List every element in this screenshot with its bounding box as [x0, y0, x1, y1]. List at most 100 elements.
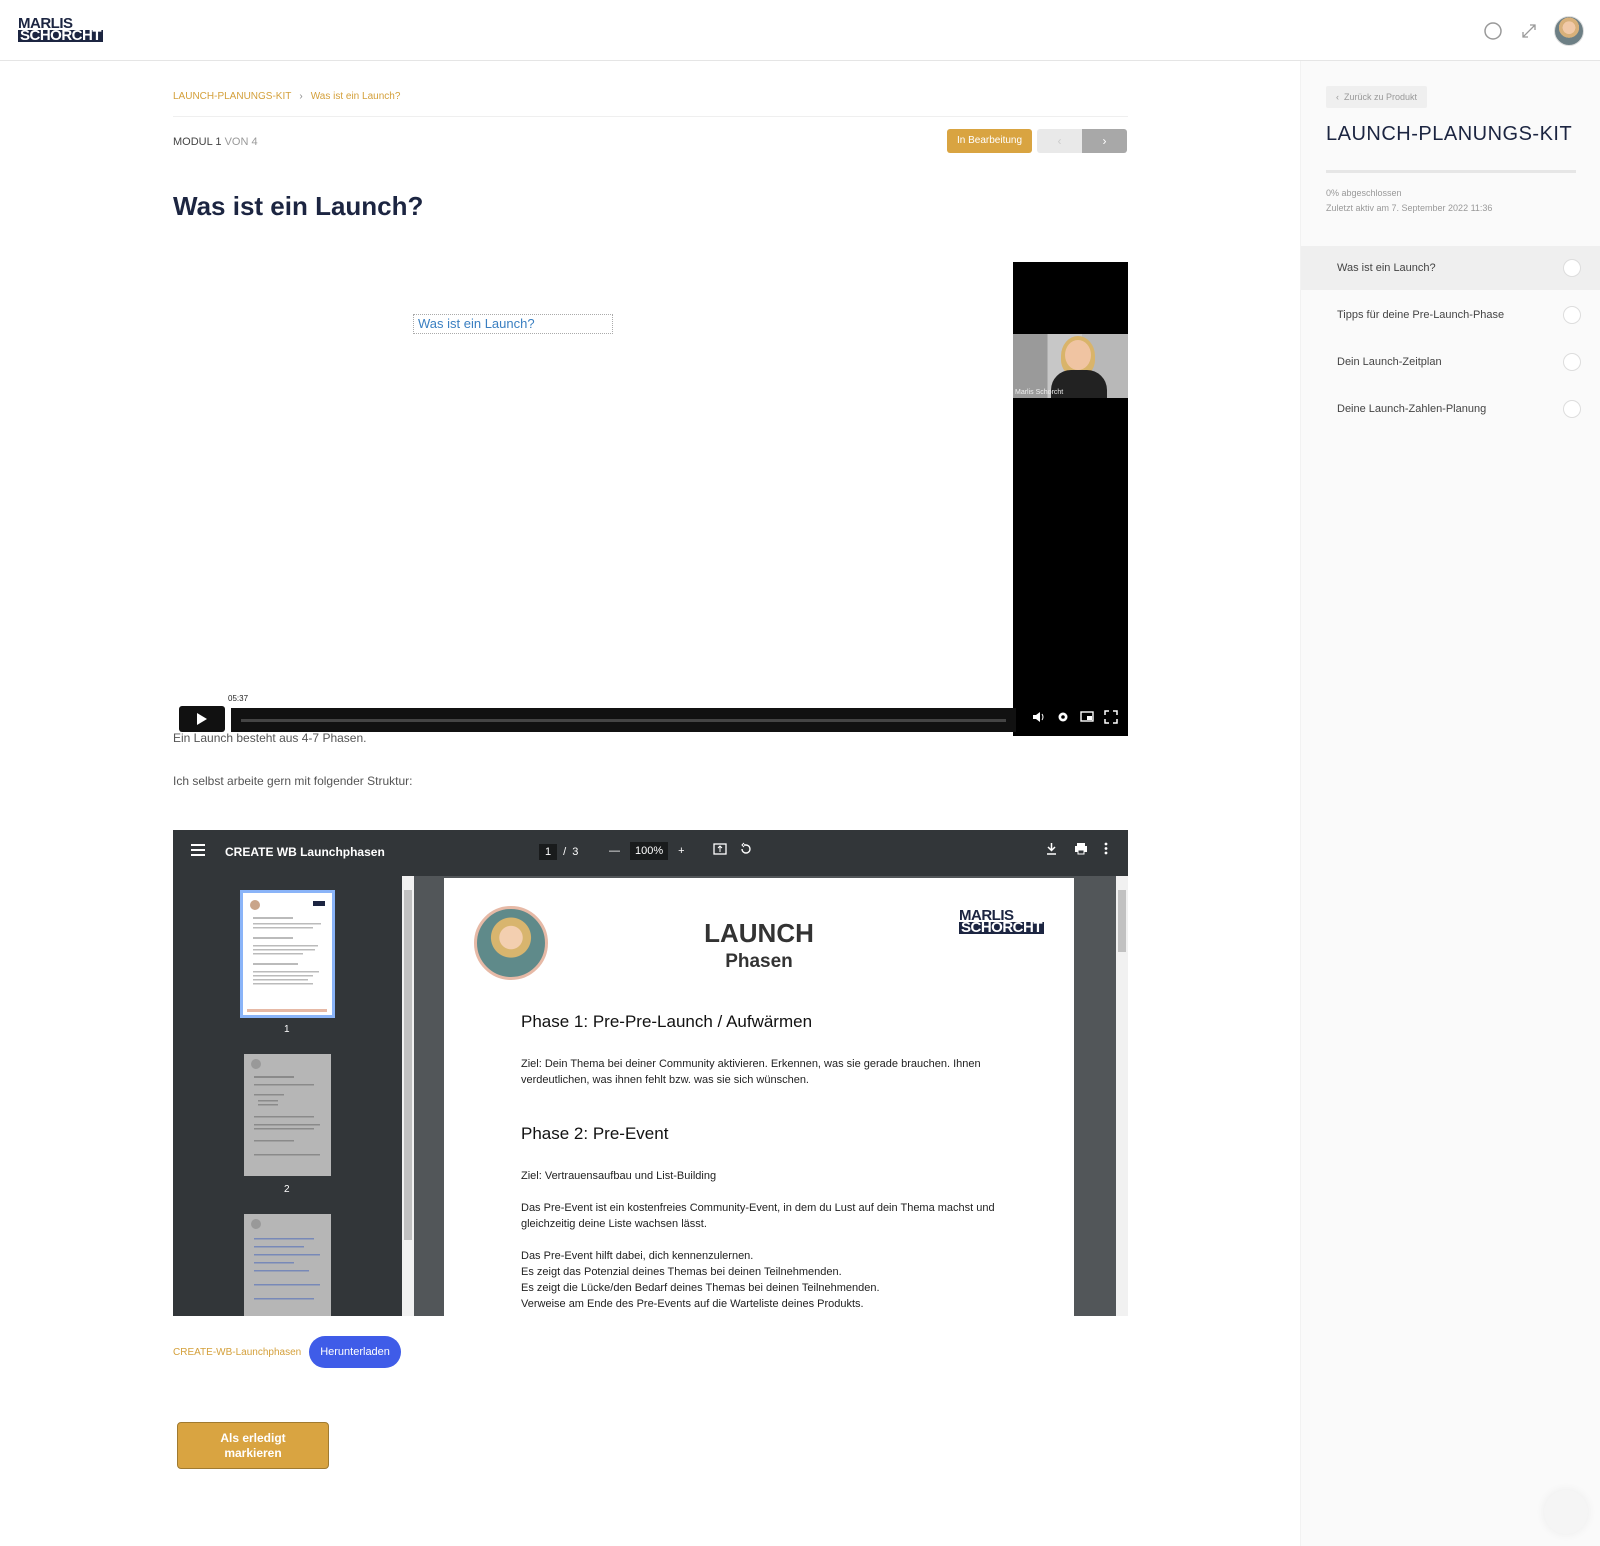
brand-logo[interactable]: MARLIS SCHORCHT — [18, 16, 103, 44]
print-icon[interactable] — [1074, 842, 1088, 858]
settings-gear-icon[interactable] — [1056, 710, 1070, 727]
lesson-status-circle[interactable] — [1563, 400, 1581, 418]
lesson-nav: ‹ › — [1037, 129, 1127, 153]
lesson-status-circle[interactable] — [1563, 259, 1581, 277]
lesson-label: Dein Launch-Zeitplan — [1337, 356, 1442, 368]
course-progress-bar — [1326, 170, 1576, 173]
thumbnail-label-2: 2 — [284, 1184, 290, 1195]
mark-done-line-2: markieren — [224, 1446, 282, 1460]
progress-text: 0% abgeschlossen — [1326, 188, 1402, 198]
file-name-link[interactable]: CREATE-WB-Launchphasen — [173, 1347, 301, 1358]
module-number: 1 — [215, 136, 222, 148]
breadcrumb: LAUNCH-PLANUNGS-KIT › Was ist ein Launch… — [173, 91, 400, 102]
video-controls: 05:37 — [179, 694, 1128, 732]
prev-lesson-button[interactable]: ‹ — [1037, 129, 1082, 153]
fullscreen-icon[interactable] — [1104, 710, 1118, 727]
page-scrollbar[interactable] — [1116, 876, 1128, 1316]
breadcrumb-current[interactable]: Was ist ein Launch? — [311, 91, 401, 102]
breadcrumb-course-link[interactable]: LAUNCH-PLANUNGS-KIT — [173, 91, 291, 102]
phase-2-text: Das Pre-Event ist ein kostenfreies Commu… — [521, 1202, 995, 1230]
divider — [173, 116, 1128, 117]
chevron-left-icon: ‹ — [1336, 92, 1339, 102]
video-player[interactable]: Was ist ein Launch? Marlis Schorcht 05:3… — [173, 262, 1128, 736]
phase-2-goal: Ziel: Vertrauensaufbau und List-Building — [521, 1170, 717, 1182]
video-webcam-panel: Marlis Schorcht — [1013, 262, 1128, 736]
file-row: CREATE-WB-Launchphasen Herunterladen — [173, 1336, 401, 1368]
last-active-text: Zuletzt aktiv am 7. September 2022 11:36 — [1326, 203, 1493, 213]
chat-widget-button[interactable] — [1544, 1490, 1588, 1534]
thumbnail-scrollbar[interactable] — [402, 876, 414, 1316]
download-button[interactable]: Herunterladen — [309, 1336, 401, 1368]
lesson-item[interactable]: Was ist ein Launch? — [1301, 246, 1600, 290]
lesson-status-circle[interactable] — [1563, 306, 1581, 324]
pdf-logo: MARLIS SCHORCHT — [959, 908, 1044, 936]
breadcrumb-separator: › — [299, 91, 303, 102]
mark-done-button[interactable]: Als erledigt markieren — [177, 1422, 329, 1469]
pdf-page-indicator: 1 / 3 — [539, 844, 578, 860]
pdf-toolbar: CREATE WB Launchphasen 1 / 3 — 100% + — [173, 830, 1128, 876]
paragraph-1: Ein Launch besteht aus 4-7 Phasen. — [173, 731, 367, 745]
phase-2-line-1: Das Pre-Event hilft dabei, dich kennenzu… — [521, 1250, 754, 1262]
zoom-out-icon[interactable]: — — [609, 845, 620, 857]
video-progress-bar[interactable] — [231, 708, 1016, 732]
phase-2-line-4: Verweise am Ende des Pre-Events auf die … — [521, 1298, 864, 1310]
volume-icon[interactable] — [1032, 710, 1046, 727]
lesson-status-circle[interactable] — [1563, 353, 1581, 371]
paragraph-2: Ich selbst arbeite gern mit folgender St… — [173, 774, 413, 788]
phase-2-line-2: Es zeigt das Potenzial deines Themas bei… — [521, 1266, 842, 1278]
pdf-subheading: Phasen — [725, 951, 793, 972]
webcam-image: Marlis Schorcht — [1013, 334, 1128, 398]
video-right-controls — [1032, 710, 1118, 727]
status-button[interactable]: In Bearbeitung — [947, 129, 1033, 153]
zoom-level[interactable]: 100% — [630, 842, 669, 860]
pdf-view-tools — [713, 842, 753, 859]
module-of: VON 4 — [224, 136, 258, 148]
thumbnail-label-1: 1 — [284, 1024, 290, 1035]
logo-line-2: SCHORCHT — [18, 27, 103, 44]
pdf-page: LAUNCH Phasen MARLIS SCHORCHT Phase 1: P… — [444, 878, 1074, 1316]
lesson-label: Tipps für deine Pre-Launch-Phase — [1337, 309, 1505, 321]
module-indicator: MODUL 1 VON 4 — [173, 136, 258, 148]
pdf-zoom-controls: — 100% + — [609, 842, 685, 860]
back-to-product-label: Zurück zu Produkt — [1344, 92, 1418, 102]
thumbnail-page-1[interactable] — [240, 890, 335, 1018]
rotate-icon[interactable] — [739, 842, 753, 859]
download-icon[interactable] — [1045, 842, 1058, 858]
pdf-title: CREATE WB Launchphasen — [225, 845, 385, 859]
zoom-in-icon[interactable]: + — [678, 845, 684, 857]
progress-track — [241, 719, 1006, 722]
more-options-icon[interactable] — [1104, 842, 1108, 858]
top-icons — [1482, 16, 1584, 46]
pdf-page-separator: / — [563, 846, 567, 858]
webcam-face — [1065, 340, 1091, 370]
mark-done-line-1: Als erledigt — [220, 1431, 286, 1445]
pdf-viewer[interactable]: CREATE WB Launchphasen 1 / 3 — 100% + 1 … — [173, 830, 1128, 1316]
lesson-item[interactable]: Dein Launch-Zeitplan — [1301, 340, 1600, 384]
next-lesson-button[interactable]: › — [1082, 129, 1127, 153]
phase-2-title: Phase 2: Pre-Event — [521, 1124, 669, 1143]
play-button[interactable] — [179, 706, 225, 732]
course-meta: 0% abgeschlossen Zuletzt aktiv am 7. Sep… — [1326, 186, 1492, 216]
module-label: MODUL — [173, 136, 213, 148]
moon-icon[interactable] — [1482, 20, 1504, 42]
expand-icon[interactable] — [1518, 20, 1540, 42]
webcam-speaker-label: Marlis Schorcht — [1015, 389, 1064, 396]
thumbnail-page-3[interactable] — [244, 1214, 331, 1316]
back-to-product-button[interactable]: ‹ Zurück zu Produkt — [1326, 86, 1428, 108]
lesson-item[interactable]: Deine Launch-Zahlen-Planung — [1301, 387, 1600, 431]
pdf-menu-icon[interactable] — [191, 844, 205, 859]
phase-1-text: Ziel: Dein Thema bei deiner Community ak… — [521, 1058, 981, 1086]
user-avatar[interactable] — [1554, 16, 1584, 46]
pdf-page-input[interactable]: 1 — [539, 844, 558, 860]
fit-page-icon[interactable] — [713, 842, 727, 859]
video-time: 05:37 — [226, 694, 251, 703]
page-title: Was ist ein Launch? — [173, 191, 424, 221]
lesson-label: Deine Launch-Zahlen-Planung — [1337, 403, 1487, 415]
pdf-logo-line-2: SCHORCHT — [959, 919, 1044, 936]
video-slide-caption: Was ist ein Launch? — [413, 314, 613, 334]
thumbnail-page-2[interactable] — [244, 1054, 331, 1176]
pdf-page-total: 3 — [572, 846, 579, 858]
top-bar: MARLIS SCHORCHT — [0, 0, 1600, 61]
pip-icon[interactable] — [1080, 710, 1094, 727]
lesson-item[interactable]: Tipps für deine Pre-Launch-Phase — [1301, 293, 1600, 337]
